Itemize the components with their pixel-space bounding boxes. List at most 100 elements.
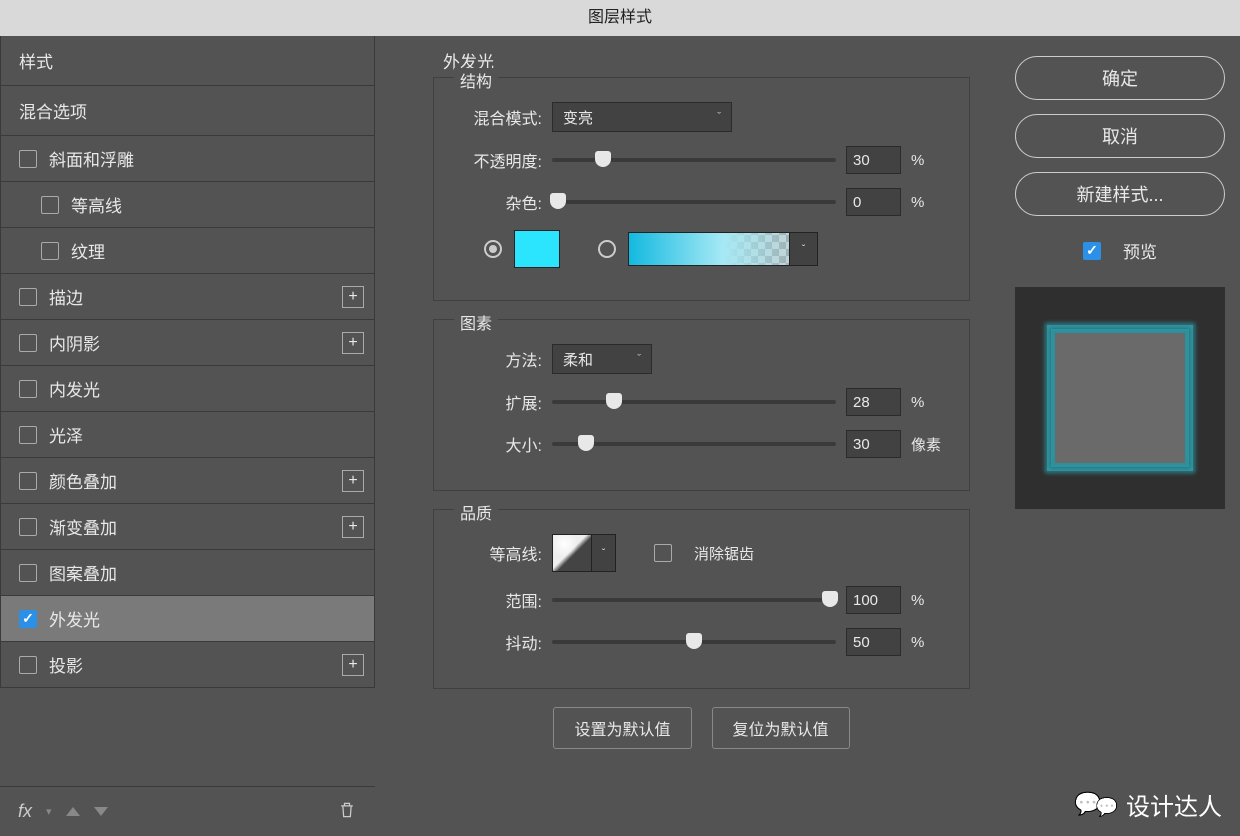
style-checkbox[interactable]	[19, 656, 37, 674]
legend-elements: 图素	[454, 310, 498, 334]
style-checkbox[interactable]	[19, 380, 37, 398]
chevron-down-icon[interactable]: ˇ	[592, 534, 616, 572]
preview-checkbox[interactable]	[1083, 242, 1101, 260]
range-slider[interactable]	[552, 598, 836, 602]
glow-color-swatch[interactable]	[514, 230, 560, 268]
size-input[interactable]	[846, 430, 901, 458]
method-select[interactable]: 柔和 ˇ	[552, 344, 652, 374]
fx-menu[interactable]: fx	[18, 801, 32, 822]
dialog-actions-pane: 确定 取消 新建样式... 预览	[1000, 36, 1240, 836]
solid-color-radio[interactable]	[484, 240, 502, 258]
sidebar-item-8[interactable]: 渐变叠加+	[0, 504, 375, 550]
effect-settings-pane: 外发光 结构 混合模式: 变亮 ˇ 不透明度: %	[383, 36, 1000, 836]
style-checkbox[interactable]	[19, 334, 37, 352]
move-up-icon[interactable]	[66, 807, 80, 816]
add-effect-button[interactable]: +	[342, 332, 364, 354]
range-label: 范围:	[454, 588, 542, 612]
method-label: 方法:	[454, 347, 542, 371]
fieldset-elements: 图素 方法: 柔和 ˇ 扩展: % 大小:	[433, 319, 970, 491]
sidebar-item-10[interactable]: 外发光	[0, 596, 375, 642]
jitter-label: 抖动:	[454, 630, 542, 654]
reset-default-button[interactable]: 复位为默认值	[712, 707, 850, 749]
style-checkbox[interactable]	[19, 150, 37, 168]
opacity-unit: %	[911, 152, 949, 169]
chevron-down-icon: ˇ	[717, 111, 721, 123]
sidebar-item-4[interactable]: 内阴影 +	[0, 320, 375, 366]
style-label: 颜色叠加	[49, 468, 117, 493]
noise-label: 杂色:	[454, 190, 542, 214]
style-checkbox[interactable]	[41, 196, 59, 214]
style-label: 描边	[49, 284, 83, 309]
style-label: 斜面和浮雕	[49, 146, 134, 171]
watermark-text: 设计达人	[1126, 787, 1222, 822]
chevron-down-icon[interactable]: ˇ	[789, 233, 817, 265]
sidebar-header-styles[interactable]: 样式	[0, 36, 375, 86]
spread-unit: %	[911, 394, 949, 411]
sidebar-item-6[interactable]: 光泽	[0, 412, 375, 458]
blend-mode-select[interactable]: 变亮 ˇ	[552, 102, 732, 132]
sidebar-item-3[interactable]: 描边 +	[0, 274, 375, 320]
sidebar-item-0[interactable]: 斜面和浮雕	[0, 136, 375, 182]
preview-label: 预览	[1123, 238, 1157, 263]
sidebar-item-7[interactable]: 颜色叠加 +	[0, 458, 375, 504]
jitter-unit: %	[911, 634, 949, 651]
spread-slider[interactable]	[552, 400, 836, 404]
main-layout: 样式 混合选项 斜面和浮雕等高线纹理描边+内阴影+内发光光泽颜色叠加+渐变叠加+…	[0, 36, 1240, 836]
jitter-input[interactable]	[846, 628, 901, 656]
jitter-slider[interactable]	[552, 640, 836, 644]
range-unit: %	[911, 592, 949, 609]
move-down-icon[interactable]	[94, 807, 108, 816]
wechat-icon: 💬💬	[1074, 791, 1118, 818]
style-label: 光泽	[49, 422, 83, 447]
noise-slider[interactable]	[552, 200, 836, 204]
cancel-button[interactable]: 取消	[1015, 114, 1225, 158]
sidebar-item-1[interactable]: 等高线	[0, 182, 375, 228]
blend-mode-label: 混合模式:	[454, 105, 542, 129]
add-effect-button[interactable]: +	[342, 516, 364, 538]
sidebar-item-11[interactable]: 投影+	[0, 642, 375, 688]
style-checkbox[interactable]	[19, 518, 37, 536]
add-effect-button[interactable]: +	[342, 286, 364, 308]
style-checkbox[interactable]	[19, 426, 37, 444]
size-label: 大小:	[454, 432, 542, 456]
style-checkbox[interactable]	[19, 564, 37, 582]
sidebar-item-9[interactable]: 图案叠加	[0, 550, 375, 596]
spread-input[interactable]	[846, 388, 901, 416]
new-style-button[interactable]: 新建样式...	[1015, 172, 1225, 216]
size-slider[interactable]	[552, 442, 836, 446]
antialias-checkbox[interactable]	[654, 544, 672, 562]
sidebar-header-blend[interactable]: 混合选项	[0, 86, 375, 136]
style-checkbox[interactable]	[19, 472, 37, 490]
gradient-swatch[interactable]: ˇ	[628, 232, 818, 266]
add-effect-button[interactable]: +	[342, 654, 364, 676]
set-default-button[interactable]: 设置为默认值	[553, 707, 691, 749]
add-effect-button[interactable]: +	[342, 470, 364, 492]
preview-swatch	[1055, 333, 1185, 463]
gradient-radio[interactable]	[598, 240, 616, 258]
spread-label: 扩展:	[454, 390, 542, 414]
style-label: 内阴影	[49, 330, 100, 355]
range-input[interactable]	[846, 586, 901, 614]
style-label: 等高线	[71, 192, 122, 217]
size-unit: 像素	[911, 434, 949, 455]
style-checkbox[interactable]	[19, 288, 37, 306]
style-label: 纹理	[71, 238, 105, 263]
style-checkbox[interactable]	[41, 242, 59, 260]
style-checkbox[interactable]	[19, 610, 37, 628]
fieldset-quality: 品质 等高线: ˇ 消除锯齿 范围: %	[433, 509, 970, 689]
style-label: 内发光	[49, 376, 100, 401]
legend-quality: 品质	[454, 500, 498, 524]
ok-button[interactable]: 确定	[1015, 56, 1225, 100]
sidebar-item-5[interactable]: 内发光	[0, 366, 375, 412]
noise-input[interactable]	[846, 188, 901, 216]
watermark: 💬💬 设计达人	[1074, 787, 1222, 822]
blend-mode-value: 变亮	[563, 107, 593, 128]
opacity-slider[interactable]	[552, 158, 836, 162]
legend-structure: 结构	[454, 68, 498, 92]
contour-swatch[interactable]	[552, 534, 592, 572]
opacity-input[interactable]	[846, 146, 901, 174]
trash-icon[interactable]	[337, 799, 357, 825]
preview-box	[1015, 287, 1225, 509]
sidebar-item-2[interactable]: 纹理	[0, 228, 375, 274]
style-label: 图案叠加	[49, 560, 117, 585]
